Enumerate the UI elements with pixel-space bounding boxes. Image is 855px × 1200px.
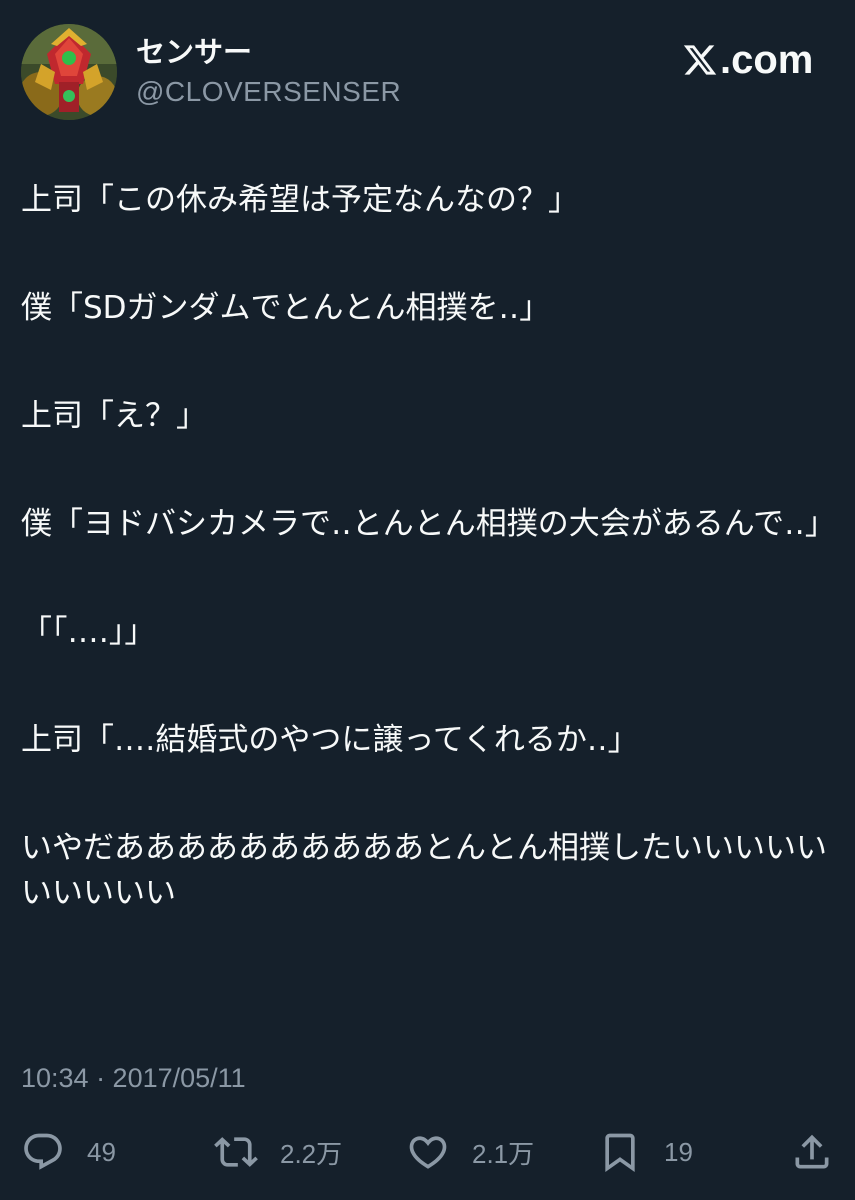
tweet-paragraph: 「「‥‥」」 (21, 614, 156, 650)
tweet-text: 上司「この休み希望は予定なんなの？」 僕「SDガンダムでとんとん相撲を‥」 上司… (21, 178, 836, 916)
retweet-count: 2.2万 (280, 1138, 343, 1169)
retweet-button[interactable]: 2.2万 (214, 1128, 342, 1176)
x-logo-icon (683, 45, 717, 75)
tweet-actions-bar: 49 2.2万 2.1万 19 (0, 1128, 855, 1176)
author-handle[interactable]: @CLOVERSENSER (136, 74, 401, 110)
avatar[interactable] (21, 24, 117, 120)
tweet-paragraph: 僕「ヨドバシカメラで‥とんとん相撲の大会があるんで‥」 (21, 506, 836, 542)
share-button[interactable] (790, 1128, 834, 1176)
avatar-image (21, 24, 117, 120)
tweet-paragraph: 上司「‥‥結婚式のやつに譲ってくれるか‥」 (21, 722, 639, 758)
retweet-arrows-icon (214, 1137, 258, 1167)
author-display-name[interactable]: センサー (136, 34, 252, 70)
tweet-paragraph: いやだああああああああああとんとん相撲したいいいいいいいいいい (21, 830, 827, 911)
reply-count: 49 (87, 1136, 116, 1167)
heart-icon (409, 1136, 447, 1169)
bookmark-button[interactable]: 19 (598, 1128, 693, 1176)
tweet-paragraph: 上司「この休み希望は予定なんなの？」 (21, 182, 579, 218)
x-brand-logo: .com (682, 36, 813, 84)
tweet-header: センサー @CLOVERSENSER .com (0, 0, 855, 140)
tweet-paragraph: 僕「SDガンダムでとんとん相撲を‥」 (21, 290, 551, 326)
share-upload-icon (795, 1134, 829, 1169)
tweet-timestamp[interactable]: 10:34 · 2017/05/11 (21, 1060, 246, 1096)
like-button[interactable]: 2.1万 (406, 1128, 534, 1176)
like-count: 2.1万 (472, 1138, 535, 1169)
bookmark-icon (605, 1133, 635, 1173)
brand-domain-label: .com (720, 38, 814, 82)
tweet-paragraph: 上司「え？」 (21, 398, 207, 434)
bookmark-count: 19 (664, 1136, 693, 1167)
speech-bubble-icon (24, 1133, 62, 1170)
reply-button[interactable]: 49 (21, 1128, 116, 1176)
